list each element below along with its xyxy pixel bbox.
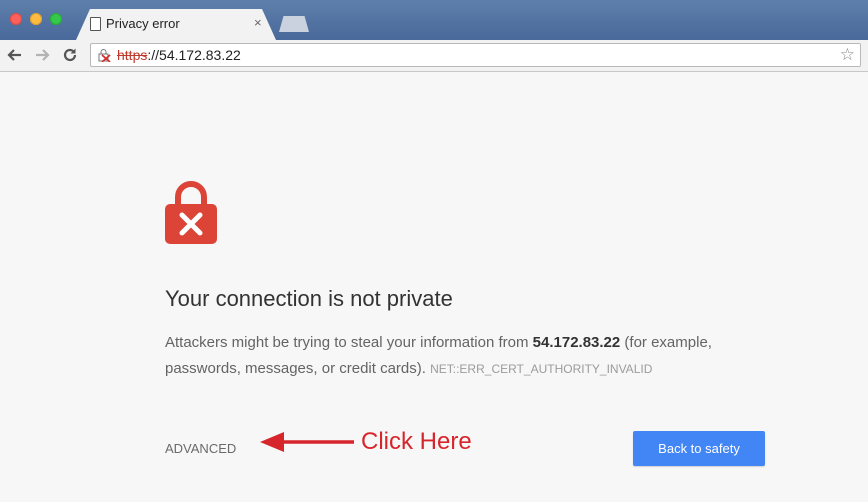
zoom-window-button[interactable] — [50, 13, 62, 25]
bookmark-star-icon[interactable]: ☆ — [840, 46, 855, 64]
back-button[interactable] — [3, 43, 27, 67]
tab-close-icon[interactable]: × — [254, 15, 262, 30]
close-window-button[interactable] — [10, 13, 22, 25]
reload-button[interactable] — [58, 43, 82, 67]
advanced-link[interactable]: ADVANCED — [165, 441, 236, 456]
forward-button[interactable] — [30, 43, 54, 67]
browser-toolbar: https://54.172.83.22 ☆ — [0, 40, 868, 72]
reload-icon — [63, 48, 77, 62]
back-to-safety-button[interactable]: Back to safety — [633, 431, 765, 466]
interstitial-page: Your connection is not private Attackers… — [0, 72, 868, 502]
page-title: Your connection is not private — [165, 286, 453, 311]
url-text[interactable]: https://54.172.83.22 — [117, 47, 241, 63]
explanation-host: 54.172.83.22 — [532, 334, 621, 351]
url-scheme: https — [117, 47, 148, 63]
url-host: 54.172.83.22 — [159, 47, 241, 63]
browser-titlebar: Privacy error × — [0, 0, 868, 40]
document-icon — [90, 17, 101, 31]
forward-arrow-icon — [36, 49, 50, 61]
broken-lock-icon[interactable] — [97, 48, 111, 62]
back-arrow-icon — [7, 49, 21, 61]
explanation-text: Attackers might be trying to steal your … — [165, 334, 533, 351]
left-arrow-annotation-icon — [260, 432, 354, 452]
url-separator: :// — [147, 47, 160, 63]
error-explanation: Attackers might be trying to steal your … — [165, 330, 745, 382]
annotation-label: Click Here — [361, 428, 472, 455]
minimize-window-button[interactable] — [30, 13, 42, 25]
tab-privacy-error-content[interactable]: Privacy error × — [84, 9, 269, 40]
address-bar[interactable]: https://54.172.83.22 ☆ — [90, 43, 861, 67]
new-tab-button[interactable] — [279, 16, 309, 32]
error-code: NET::ERR_CERT_AUTHORITY_INVALID — [430, 362, 653, 376]
tab-title: Privacy error — [106, 16, 180, 31]
red-lock-icon — [165, 181, 217, 244]
